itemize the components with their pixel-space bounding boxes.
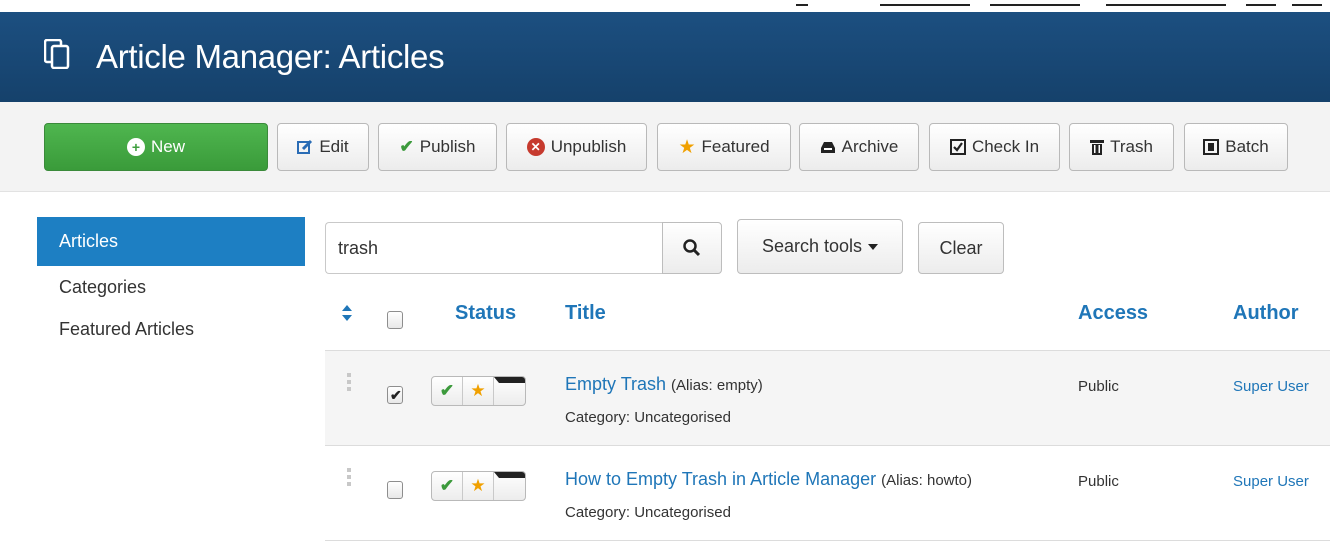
article-access: Public bbox=[1078, 378, 1119, 395]
check-in-button-label: Check In bbox=[971, 137, 1040, 156]
edit-button[interactable]: Edit bbox=[277, 123, 369, 171]
checkmark-icon: ✔ bbox=[399, 137, 414, 156]
article-category: Category: Uncategorised bbox=[565, 504, 731, 521]
sidebar-item-articles[interactable]: Articles bbox=[37, 217, 305, 266]
drag-handle-icon[interactable] bbox=[347, 468, 351, 490]
star-icon: ★ bbox=[678, 136, 696, 158]
archive-icon bbox=[820, 140, 836, 154]
trash-button-label: Trash bbox=[1110, 137, 1153, 156]
sidebar-nav: Articles Categories Featured Articles bbox=[37, 217, 305, 350]
published-toggle[interactable]: ✔ bbox=[432, 472, 463, 500]
article-title-link[interactable]: How to Empty Trash in Article Manager (A… bbox=[565, 469, 972, 490]
search-tools-label: Search tools bbox=[761, 236, 863, 256]
article-alias: (Alias: empty) bbox=[671, 377, 763, 394]
star-icon: ★ bbox=[470, 381, 486, 400]
caret-down-icon bbox=[494, 377, 525, 405]
cross-circle-icon: ✕ bbox=[526, 138, 545, 156]
column-author[interactable]: Author bbox=[1233, 302, 1299, 325]
page-header: Article Manager: Articles bbox=[0, 12, 1330, 102]
article-author-link[interactable]: Super User bbox=[1233, 378, 1309, 395]
new-button[interactable]: + New bbox=[44, 123, 268, 171]
sidebar-item-categories[interactable]: Categories bbox=[37, 266, 305, 308]
clear-button[interactable]: Clear bbox=[918, 222, 1004, 274]
trash-button[interactable]: Trash bbox=[1069, 123, 1174, 171]
select-all-checkbox[interactable] bbox=[387, 311, 403, 329]
article-access: Public bbox=[1078, 473, 1119, 490]
featured-toggle[interactable]: ★ bbox=[463, 472, 494, 500]
checkbox-icon bbox=[949, 139, 966, 155]
article-title[interactable]: Empty Trash bbox=[565, 374, 666, 394]
column-status[interactable]: Status bbox=[455, 302, 516, 325]
edit-button-label: Edit bbox=[319, 137, 349, 156]
article-title-link[interactable]: Empty Trash (Alias: empty) bbox=[565, 374, 763, 395]
published-toggle[interactable]: ✔ bbox=[432, 377, 463, 405]
search-input[interactable]: trash bbox=[325, 222, 663, 274]
top-strip-text-fragment bbox=[0, 0, 1330, 12]
checkmark-icon: ✔ bbox=[439, 476, 455, 495]
batch-icon bbox=[1203, 139, 1220, 155]
search-tools-button[interactable]: Search tools bbox=[737, 219, 903, 274]
check-in-button[interactable]: Check In bbox=[929, 123, 1060, 171]
column-access[interactable]: Access bbox=[1078, 302, 1148, 325]
batch-button[interactable]: Batch bbox=[1184, 123, 1288, 171]
status-dropdown[interactable] bbox=[494, 377, 525, 405]
edit-icon bbox=[297, 139, 313, 155]
status-dropdown[interactable] bbox=[494, 472, 525, 500]
unpublish-button-label: Unpublish bbox=[550, 137, 627, 156]
checkmark-icon: ✔ bbox=[439, 381, 455, 400]
row-checkbox[interactable]: ✔ bbox=[387, 386, 403, 404]
caret-down-icon bbox=[868, 243, 879, 250]
caret-down-icon bbox=[494, 472, 525, 500]
table-header-row: Status Title Access Author bbox=[325, 285, 1330, 351]
search-button[interactable] bbox=[662, 222, 722, 274]
row-checkbox[interactable] bbox=[387, 481, 403, 499]
trash-icon bbox=[1090, 139, 1105, 155]
article-category: Category: Uncategorised bbox=[565, 409, 731, 426]
plus-circle-icon: + bbox=[126, 138, 145, 156]
batch-button-label: Batch bbox=[1225, 137, 1269, 156]
publish-button[interactable]: ✔ Publish bbox=[378, 123, 497, 171]
unpublish-button[interactable]: ✕ Unpublish bbox=[506, 123, 647, 171]
sort-icon[interactable] bbox=[342, 305, 352, 321]
table-row: ✔ ★ How to Empty Trash in Article Manage… bbox=[325, 446, 1330, 541]
drag-handle-icon[interactable] bbox=[347, 373, 351, 395]
star-icon: ★ bbox=[470, 476, 486, 495]
featured-toggle[interactable]: ★ bbox=[463, 377, 494, 405]
status-toggle-group: ✔ ★ bbox=[431, 376, 526, 406]
featured-button-label: Featured bbox=[701, 137, 770, 156]
article-author-link[interactable]: Super User bbox=[1233, 473, 1309, 490]
new-button-label: New bbox=[150, 137, 185, 156]
toolbar: + New Edit ✔ Publish ✕ Unpublish ★ Featu… bbox=[0, 102, 1330, 192]
archive-button-label: Archive bbox=[841, 137, 899, 156]
page-title: Article Manager: Articles bbox=[96, 38, 445, 75]
table-row: ✔ ✔ ★ Empty Trash (Alias: empty) Categor… bbox=[325, 351, 1330, 446]
status-toggle-group: ✔ ★ bbox=[431, 471, 526, 501]
article-alias: (Alias: howto) bbox=[881, 472, 973, 489]
column-title[interactable]: Title bbox=[565, 302, 606, 325]
joomla-articles-icon bbox=[44, 39, 70, 69]
archive-button[interactable]: Archive bbox=[799, 123, 919, 171]
article-title[interactable]: How to Empty Trash in Article Manager bbox=[565, 469, 876, 489]
publish-button-label: Publish bbox=[419, 137, 476, 156]
sidebar-item-featured-articles[interactable]: Featured Articles bbox=[37, 308, 305, 350]
featured-button[interactable]: ★ Featured bbox=[657, 123, 791, 171]
search-icon bbox=[683, 239, 701, 257]
